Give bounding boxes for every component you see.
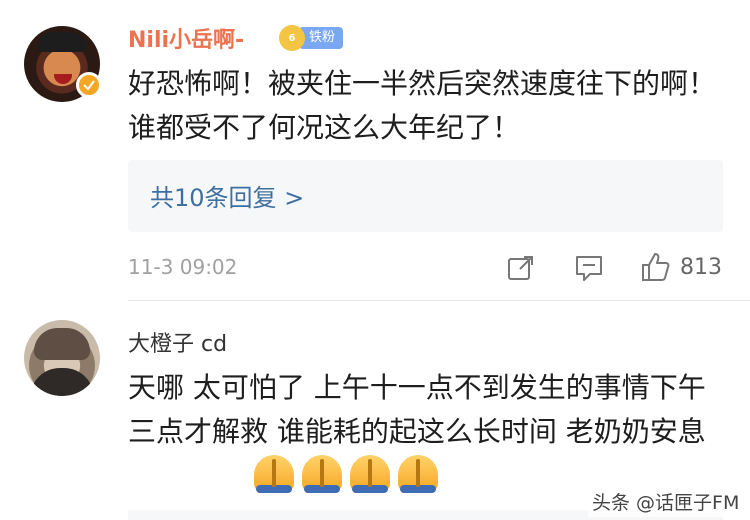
- like-button[interactable]: 813: [640, 251, 722, 283]
- comment-icon: [576, 256, 602, 281]
- fan-badge: 6 铁粉: [279, 25, 344, 51]
- share-button[interactable]: [506, 253, 536, 287]
- praying-hands-emoji: [302, 455, 342, 493]
- username[interactable]: 大橙子 cd: [128, 326, 227, 358]
- praying-hands-emoji: [350, 455, 390, 493]
- avatar-hood: [34, 328, 90, 360]
- comment-text: 好恐怖啊！被夹住一半然后突然速度往下的啊！谁都受不了何况这么大年纪了！: [128, 67, 717, 144]
- praying-hands-emoji: [254, 455, 294, 493]
- avatar-hat: [38, 32, 86, 52]
- watermark: 头条 @话匣子FM: [588, 486, 744, 517]
- timestamp: 11-3 09:02: [128, 255, 238, 279]
- avatar-body: [30, 368, 94, 396]
- checkmark-icon: [83, 80, 95, 91]
- view-replies-link[interactable]: 共10条回复 >: [150, 178, 304, 213]
- fan-label: 铁粉: [299, 27, 344, 49]
- verified-badge-icon: [76, 72, 102, 98]
- share-icon: [508, 256, 533, 280]
- like-count: 813: [680, 254, 722, 280]
- comment-button[interactable]: [574, 253, 604, 287]
- emoji-row: [254, 455, 438, 493]
- avatar-mouth: [54, 74, 72, 84]
- fan-level: 6: [288, 32, 296, 44]
- username[interactable]: Nili小岳啊-: [128, 22, 244, 54]
- thumbs-up-icon: [642, 253, 670, 281]
- praying-hands-emoji: [398, 455, 438, 493]
- crown-icon: 6: [279, 25, 305, 51]
- comment-divider: [128, 300, 750, 301]
- avatar[interactable]: [24, 320, 100, 396]
- comment-text: 天哪 太可怕了 上午十一点不到发生的事情下午三点才解救 谁能耗的起这么长时间 老…: [128, 371, 706, 448]
- replies-box[interactable]: 共10条回复 >: [128, 160, 723, 232]
